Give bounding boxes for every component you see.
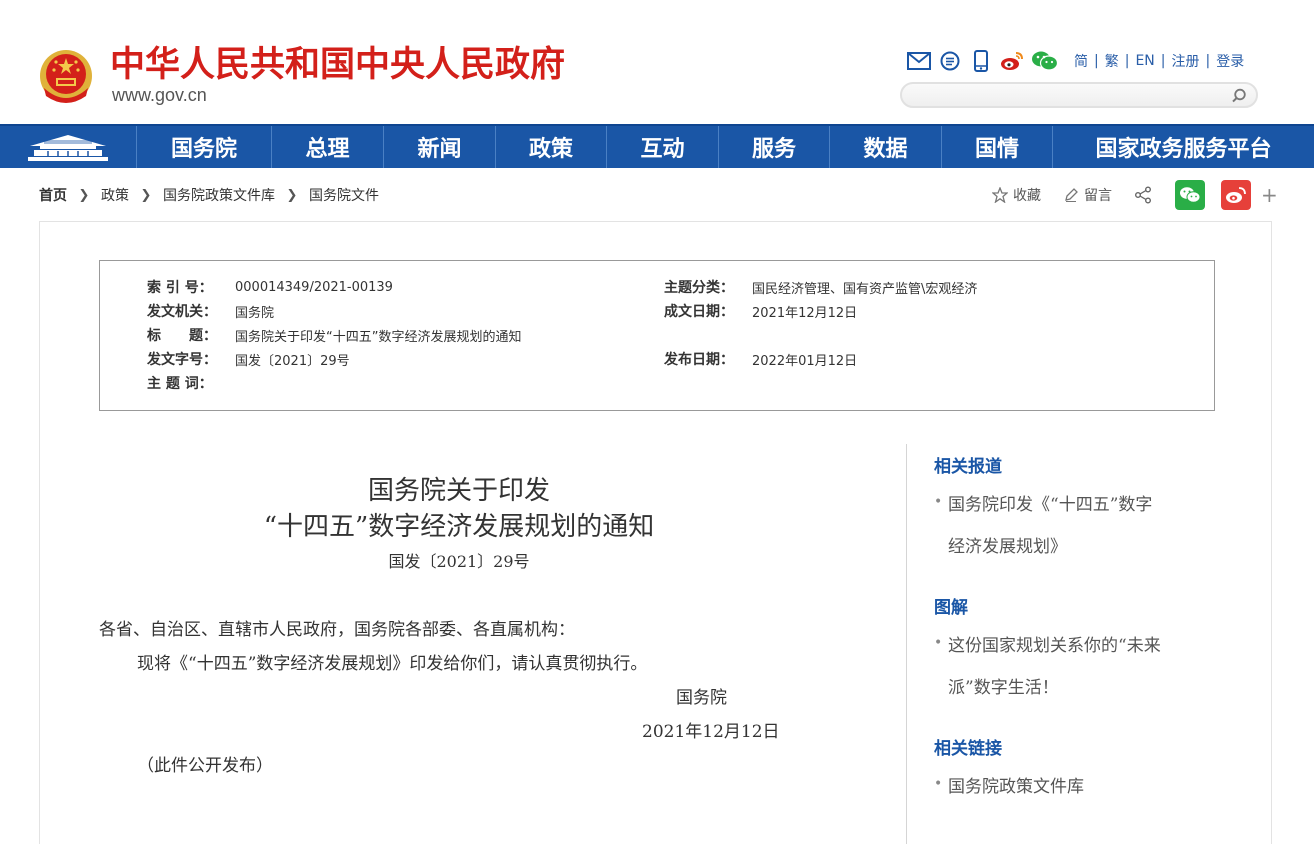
sidebar-link-related-report[interactable]: • 国务院印发《“十四五”数字 经济发展规划》	[934, 484, 1224, 568]
utility-bar: 简 | 繁 | EN | 注册 | 登录	[907, 50, 1250, 72]
doc-signature: 国务院	[676, 688, 727, 708]
doc-number: 国发〔2021〕29号	[388, 552, 530, 571]
chevron-right-icon: ❯	[286, 187, 298, 203]
info-index: 索 引 号： 000014349/2021-00139	[147, 279, 393, 297]
nav-item-policy[interactable]: 政策	[495, 126, 606, 168]
favorite-button[interactable]: 收藏	[992, 185, 1041, 205]
nav-item-state-council[interactable]: 国务院	[136, 126, 271, 168]
info-title: 标 题： 国务院关于印发“十四五”数字经济发展规划的通知	[147, 328, 522, 345]
sidebar-link-infographic[interactable]: • 这份国家规划关系你的“未来 派”数字生活！	[934, 625, 1224, 709]
message-icon[interactable]	[938, 50, 962, 72]
breadcrumb-policy[interactable]: 政策	[101, 185, 129, 205]
sidebar-link-policy-library[interactable]: • 国务院政策文件库	[934, 766, 1224, 808]
sidebar-heading-related-links: 相关链接	[934, 739, 1002, 759]
info-issuer: 发文机关： 国务院	[147, 304, 275, 321]
comment-label: 留言	[1084, 188, 1112, 204]
wechat-share-icon[interactable]	[1175, 180, 1205, 210]
favorite-label: 收藏	[1013, 188, 1041, 204]
nav-item-national-info[interactable]: 国情	[941, 126, 1052, 168]
doc-body-text: 现将《“十四五”数字经济发展规划》印发给你们，请认真贯彻执行。	[137, 654, 648, 674]
national-emblem-icon[interactable]	[38, 48, 94, 106]
comment-button[interactable]: 留言	[1063, 185, 1112, 205]
more-share-plus-icon[interactable]: +	[1261, 183, 1278, 207]
share-icon[interactable]	[1134, 186, 1157, 204]
star-icon	[992, 187, 1008, 203]
nav-item-data[interactable]: 数据	[829, 126, 941, 168]
tiananmen-icon[interactable]	[0, 126, 136, 168]
info-keywords: 主 题 词：	[147, 376, 213, 392]
chevron-right-icon: ❯	[140, 187, 152, 203]
chevron-right-icon: ❯	[78, 187, 90, 203]
column-divider	[906, 444, 907, 844]
mobile-icon[interactable]	[969, 50, 993, 72]
simplified-chinese-link[interactable]: 简	[1068, 51, 1094, 71]
weibo-icon[interactable]	[1000, 50, 1024, 72]
wechat-icon[interactable]	[1031, 50, 1059, 72]
weibo-share-icon[interactable]	[1221, 180, 1251, 210]
site-header: 中华人民共和国中央人民政府 www.gov.cn 简 | 繁 | EN | 注册…	[0, 0, 1314, 124]
sidebar-heading-related-reports: 相关报道	[934, 457, 1002, 477]
nav-item-services[interactable]: 服务	[718, 126, 829, 168]
search-box	[900, 82, 1258, 108]
nav-item-premier[interactable]: 总理	[271, 126, 383, 168]
breadcrumb-state-council-docs[interactable]: 国务院文件	[309, 185, 379, 205]
site-domain: www.gov.cn	[112, 85, 207, 105]
main-nav: 国务院 总理 新闻 政策 互动 服务 数据 国情 国家政务服务平台	[0, 124, 1314, 168]
doc-date: 2021年12月12日	[642, 722, 780, 742]
pencil-icon	[1065, 188, 1078, 202]
content-panel: 索 引 号： 000014349/2021-00139 主题分类： 国民经济管理…	[39, 221, 1272, 844]
site-title[interactable]: 中华人民共和国中央人民政府	[110, 42, 565, 88]
search-icon[interactable]	[1230, 87, 1248, 105]
doc-title-line2: “十四五”数字经济发展规划的通知	[263, 512, 655, 542]
utility-links: 简 | 繁 | EN | 注册 | 登录	[1068, 51, 1250, 71]
share-bar: 收藏 留言 +	[992, 180, 1278, 210]
nav-item-news[interactable]: 新闻	[383, 126, 495, 168]
sidebar-heading-infographic: 图解	[934, 598, 968, 618]
register-link[interactable]: 注册	[1165, 51, 1205, 71]
nav-item-interaction[interactable]: 互动	[606, 126, 718, 168]
english-link[interactable]: EN	[1129, 53, 1160, 69]
search-input[interactable]	[914, 86, 1224, 104]
nav-item-gov-service-platform[interactable]: 国家政务服务平台	[1052, 126, 1314, 168]
mail-icon[interactable]	[907, 50, 931, 72]
doc-salutation: 各省、自治区、直辖市人民政府，国务院各部委、各直属机构：	[99, 620, 575, 640]
info-topic: 主题分类： 国民经济管理、国有资产监管\宏观经济	[664, 280, 978, 297]
login-link[interactable]: 登录	[1210, 51, 1250, 71]
breadcrumb: 首页 ❯ 政策 ❯ 国务院政策文件库 ❯ 国务院文件	[39, 185, 379, 205]
breadcrumb-policy-library[interactable]: 国务院政策文件库	[163, 185, 275, 205]
doc-public-note: （此件公开发布）	[137, 756, 273, 776]
doc-title-line1: 国务院关于印发	[367, 476, 550, 506]
info-created-date: 成文日期： 2021年12月12日	[664, 304, 858, 321]
info-doc-number: 发文字号： 国发〔2021〕29号	[147, 352, 350, 369]
breadcrumb-home[interactable]: 首页	[39, 185, 67, 205]
traditional-chinese-link[interactable]: 繁	[1099, 51, 1125, 71]
document-info-box: 索 引 号： 000014349/2021-00139 主题分类： 国民经济管理…	[99, 260, 1215, 411]
info-published-date: 发布日期： 2022年01月12日	[664, 352, 858, 369]
